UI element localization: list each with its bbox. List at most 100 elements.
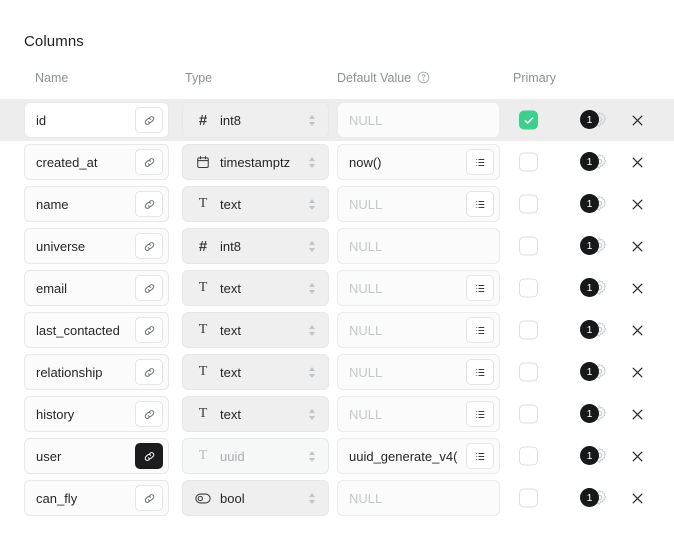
- column-settings-button[interactable]: 1: [580, 278, 612, 298]
- default-options-icon-button[interactable]: [466, 191, 494, 217]
- primary-key-checkbox[interactable]: [519, 404, 538, 424]
- column-name-input[interactable]: universe: [24, 228, 169, 264]
- link-icon-button[interactable]: [135, 443, 163, 469]
- default-options-icon-button[interactable]: [466, 317, 494, 343]
- column-settings-button[interactable]: 1: [580, 110, 612, 130]
- column-settings-button[interactable]: 1: [580, 152, 612, 172]
- column-default-input[interactable]: NULL: [337, 270, 500, 306]
- column-type-select[interactable]: Ttext: [182, 270, 329, 306]
- column-primary-cell: [519, 320, 538, 340]
- primary-key-checkbox[interactable]: [519, 110, 538, 130]
- link-icon-button[interactable]: [135, 485, 163, 511]
- link-icon-button[interactable]: [135, 317, 163, 343]
- remove-column-button[interactable]: [629, 322, 645, 338]
- column-settings-button[interactable]: 1: [580, 404, 612, 424]
- table-row[interactable]: can_fly bool NULL 1: [0, 477, 674, 519]
- column-settings-button[interactable]: 1: [580, 320, 612, 340]
- remove-column-button[interactable]: [629, 406, 645, 422]
- remove-column-button[interactable]: [629, 490, 645, 506]
- remove-column-button[interactable]: [629, 238, 645, 254]
- column-default-input[interactable]: NULL: [337, 228, 500, 264]
- column-name-input[interactable]: name: [24, 186, 169, 222]
- remove-column-button[interactable]: [629, 280, 645, 296]
- column-type-select[interactable]: Ttext: [182, 396, 329, 432]
- chevron-updown-icon[interactable]: [304, 114, 320, 126]
- column-name-input[interactable]: created_at: [24, 144, 169, 180]
- primary-key-checkbox[interactable]: [519, 278, 538, 298]
- column-name-input[interactable]: can_fly: [24, 480, 169, 516]
- primary-key-checkbox[interactable]: [519, 236, 538, 256]
- primary-key-checkbox[interactable]: [519, 320, 538, 340]
- remove-column-button[interactable]: [629, 112, 645, 128]
- column-default-input[interactable]: NULL: [337, 354, 500, 390]
- primary-key-checkbox[interactable]: [519, 194, 538, 214]
- column-name-input[interactable]: relationship: [24, 354, 169, 390]
- link-icon-button[interactable]: [135, 233, 163, 259]
- column-settings-button[interactable]: 1: [580, 362, 612, 382]
- chevron-updown-icon[interactable]: [304, 198, 320, 210]
- default-options-icon-button[interactable]: [466, 359, 494, 385]
- column-default-input[interactable]: NULL: [337, 102, 500, 138]
- remove-column-button[interactable]: [629, 364, 645, 380]
- column-default-input[interactable]: NULL: [337, 312, 500, 348]
- link-icon-button[interactable]: [135, 359, 163, 385]
- default-options-icon-button[interactable]: [466, 401, 494, 427]
- link-icon-button[interactable]: [135, 275, 163, 301]
- column-default-input[interactable]: uuid_generate_v4(: [337, 438, 500, 474]
- column-type-select[interactable]: timestamptz: [182, 144, 329, 180]
- chevron-updown-icon[interactable]: [304, 408, 320, 420]
- link-icon-button[interactable]: [135, 401, 163, 427]
- column-default-input[interactable]: NULL: [337, 186, 500, 222]
- table-row[interactable]: name Ttext NULL 1: [0, 183, 674, 225]
- chevron-updown-icon[interactable]: [304, 240, 320, 252]
- table-row[interactable]: created_at timestamptz now() 1: [0, 141, 674, 183]
- column-name-input[interactable]: last_contacted: [24, 312, 169, 348]
- table-row[interactable]: last_contacted Ttext NULL 1: [0, 309, 674, 351]
- table-row[interactable]: universe # int8 NULL 1: [0, 225, 674, 267]
- column-type-select[interactable]: # int8: [182, 102, 329, 138]
- column-name-input[interactable]: id: [24, 102, 169, 138]
- chevron-updown-icon[interactable]: [304, 366, 320, 378]
- primary-key-checkbox[interactable]: [519, 446, 538, 466]
- remove-column-button[interactable]: [629, 448, 645, 464]
- column-settings-button[interactable]: 1: [580, 488, 612, 508]
- column-type-select[interactable]: # int8: [182, 228, 329, 264]
- default-options-icon-button[interactable]: [466, 443, 494, 469]
- help-circle-icon[interactable]: [417, 71, 430, 84]
- default-options-icon-button[interactable]: [466, 275, 494, 301]
- column-name-input[interactable]: user: [24, 438, 169, 474]
- column-settings-button[interactable]: 1: [580, 236, 612, 256]
- chevron-updown-icon[interactable]: [304, 450, 320, 462]
- table-row[interactable]: history Ttext NULL 1: [0, 393, 674, 435]
- remove-column-button[interactable]: [629, 196, 645, 212]
- column-type-select[interactable]: Ttext: [182, 186, 329, 222]
- chevron-updown-icon[interactable]: [304, 492, 320, 504]
- primary-key-checkbox[interactable]: [519, 362, 538, 382]
- column-type-select[interactable]: Ttext: [182, 354, 329, 390]
- column-primary-cell: [519, 488, 538, 508]
- column-default-input[interactable]: NULL: [337, 480, 500, 516]
- link-icon-button[interactable]: [135, 149, 163, 175]
- chevron-updown-icon[interactable]: [304, 156, 320, 168]
- remove-column-button[interactable]: [629, 154, 645, 170]
- column-name-input[interactable]: history: [24, 396, 169, 432]
- column-settings-button[interactable]: 1: [580, 194, 612, 214]
- default-options-icon-button[interactable]: [466, 149, 494, 175]
- chevron-updown-icon[interactable]: [304, 282, 320, 294]
- chevron-updown-icon[interactable]: [304, 324, 320, 336]
- column-type-select[interactable]: Ttext: [182, 312, 329, 348]
- primary-key-checkbox[interactable]: [519, 152, 538, 172]
- column-type-select[interactable]: Tuuid: [182, 438, 329, 474]
- column-default-input[interactable]: NULL: [337, 396, 500, 432]
- column-default-input[interactable]: now(): [337, 144, 500, 180]
- link-icon-button[interactable]: [135, 107, 163, 133]
- column-type-select[interactable]: bool: [182, 480, 329, 516]
- table-row[interactable]: id # int8 NULL 1: [0, 99, 674, 141]
- column-name-input[interactable]: email: [24, 270, 169, 306]
- table-row[interactable]: email Ttext NULL 1: [0, 267, 674, 309]
- table-row[interactable]: user Tuuid uuid_generate_v4( 1: [0, 435, 674, 477]
- column-settings-button[interactable]: 1: [580, 446, 612, 466]
- table-row[interactable]: relationship Ttext NULL 1: [0, 351, 674, 393]
- primary-key-checkbox[interactable]: [519, 488, 538, 508]
- link-icon-button[interactable]: [135, 191, 163, 217]
